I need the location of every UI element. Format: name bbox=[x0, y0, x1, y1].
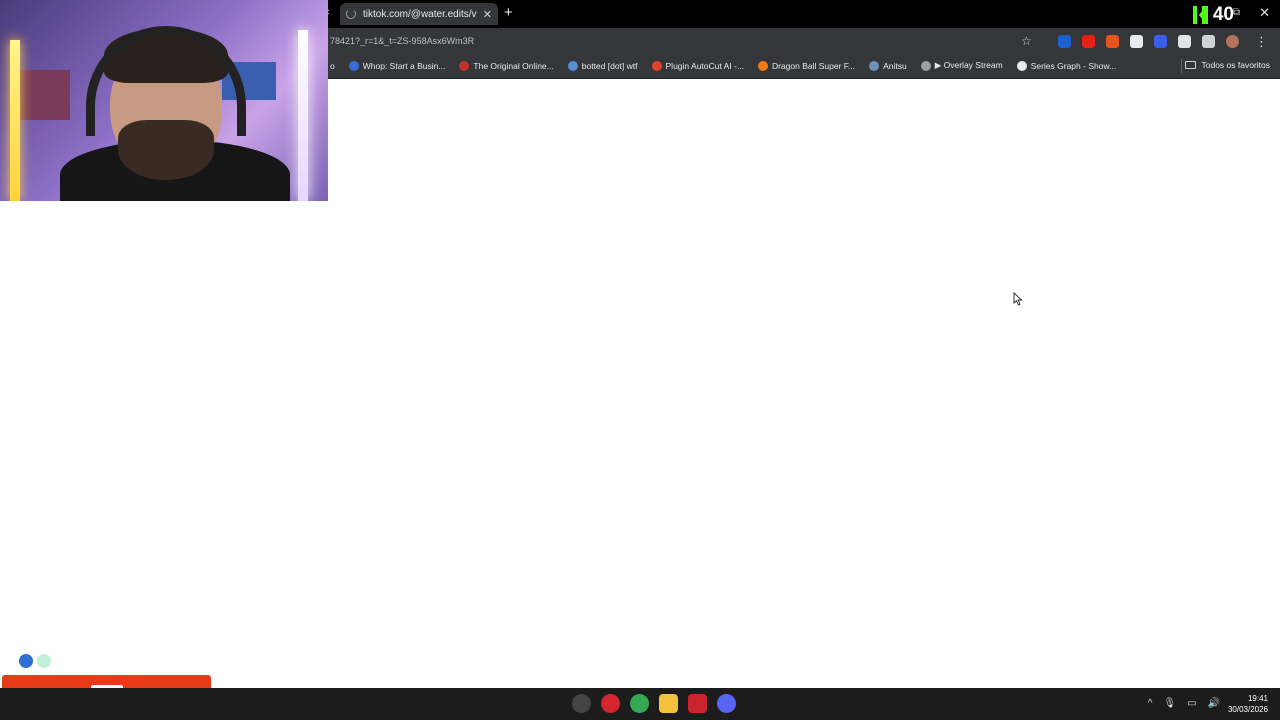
dragonball-icon bbox=[757, 60, 768, 71]
window-close-button[interactable]: ✕ bbox=[1259, 5, 1270, 21]
bookmark-fragment[interactable]: o bbox=[330, 61, 335, 71]
bookmark-label: Series Graph - Show... bbox=[1030, 60, 1117, 71]
clock-time: 19:41 bbox=[1247, 694, 1268, 703]
ext-fox-icon[interactable] bbox=[1106, 35, 1119, 48]
all-bookmarks-label: Todos os favoritos bbox=[1201, 60, 1270, 70]
bookmark-label: Whop: Start a Busin... bbox=[362, 60, 446, 71]
ext-youtube-icon[interactable] bbox=[1082, 35, 1095, 48]
discord-icon[interactable] bbox=[717, 694, 736, 713]
folder-icon bbox=[1185, 61, 1197, 69]
bookmark-label: ▶ Overlay Stream bbox=[934, 60, 1003, 70]
seriesgraph-icon bbox=[1016, 60, 1027, 71]
ext-circle-icon[interactable] bbox=[1154, 35, 1167, 48]
microphone-icon[interactable]: 🎙 bbox=[1163, 698, 1176, 709]
network-icon[interactable]: ▭ bbox=[1187, 698, 1196, 709]
overlay-badge-green-icon bbox=[37, 654, 51, 668]
extensions-row bbox=[1058, 35, 1239, 48]
opera-icon[interactable] bbox=[601, 694, 620, 713]
bookmark-label: Dragon Ball Super F... bbox=[771, 60, 856, 71]
clock-date: 30/03/2026 bbox=[1227, 705, 1268, 714]
tab-close-icon[interactable]: ✕ bbox=[483, 8, 492, 21]
bookmarks-divider bbox=[1181, 59, 1182, 73]
webcam-led-light-right bbox=[298, 30, 308, 201]
profile-avatar-icon[interactable] bbox=[1226, 35, 1239, 48]
globe-icon bbox=[920, 60, 931, 71]
system-tray: ^ 🎙 ▭ 🔊 bbox=[1148, 698, 1220, 709]
viewer-count: 40 bbox=[1212, 4, 1234, 25]
bookmark-item[interactable]: The Original Online... bbox=[459, 60, 554, 71]
tab-active[interactable]: tiktok.com/@water.edits/video... ✕ bbox=[340, 3, 498, 25]
obs-icon[interactable] bbox=[572, 694, 591, 713]
bookmark-item[interactable]: Anitsu bbox=[869, 60, 907, 71]
file-explorer-icon[interactable] bbox=[659, 694, 678, 713]
overlay-badges bbox=[19, 654, 51, 668]
kick-logo-icon bbox=[1192, 6, 1208, 24]
tray-chevron-icon[interactable]: ^ bbox=[1148, 698, 1153, 709]
tab-title: tiktok.com/@water.edits/video... bbox=[363, 8, 477, 20]
autocut-icon bbox=[651, 60, 662, 71]
ext-counter-icon[interactable] bbox=[1058, 35, 1071, 48]
volume-icon[interactable]: 🔊 bbox=[1208, 698, 1220, 709]
ext-cloud-icon[interactable] bbox=[1178, 35, 1191, 48]
ext-puzzle-icon[interactable] bbox=[1202, 35, 1215, 48]
original-icon bbox=[459, 60, 470, 71]
mouse-cursor-icon bbox=[1013, 292, 1023, 306]
windows-taskbar: ^ 🎙 ▭ 🔊 19:41 30/03/2026 bbox=[0, 688, 1280, 720]
overlay-badge-blue-icon bbox=[19, 654, 33, 668]
all-bookmarks-button[interactable]: Todos os favoritos bbox=[1185, 60, 1270, 70]
ext-bubble-icon[interactable] bbox=[1130, 35, 1143, 48]
bookmark-item[interactable]: botted [dot] wtf bbox=[567, 60, 638, 71]
bookmark-label: The Original Online... bbox=[473, 60, 554, 71]
windows-start-icon[interactable] bbox=[543, 694, 562, 713]
new-tab-button[interactable]: + bbox=[504, 4, 513, 21]
bookmark-label: botted [dot] wtf bbox=[581, 60, 638, 71]
screen: ‹ tiktok.com/@water.edits/video... ✕ + 4… bbox=[0, 0, 1280, 720]
taskbar-apps bbox=[543, 694, 736, 713]
bookmark-label: Anitsu bbox=[883, 60, 907, 71]
webcam-overlay bbox=[0, 0, 328, 201]
bookmark-label: Plugin AutoCut AI -... bbox=[665, 60, 744, 71]
whop-icon bbox=[348, 60, 359, 71]
bookmark-item[interactable]: Whop: Start a Busin... bbox=[348, 60, 446, 71]
bookmark-item[interactable]: ▶ Overlay Stream bbox=[920, 60, 1003, 71]
bookmark-item[interactable]: Plugin AutoCut AI -... bbox=[651, 60, 744, 71]
bookmark-item[interactable]: Series Graph - Show... bbox=[1016, 60, 1117, 71]
browser-menu-icon[interactable]: ⋮ bbox=[1255, 34, 1268, 50]
viewer-count-overlay: 40 bbox=[1192, 4, 1234, 26]
bookmark-item[interactable]: Dragon Ball Super F... bbox=[757, 60, 856, 71]
loading-spinner-icon bbox=[346, 9, 356, 19]
recorder-app-icon[interactable] bbox=[688, 694, 707, 713]
webcam-led-light-left bbox=[10, 40, 20, 201]
webcam-background-shelf bbox=[20, 70, 70, 120]
taskbar-clock[interactable]: 19:41 30/03/2026 bbox=[1228, 693, 1268, 715]
bookmarks-list: o Whop: Start a Busin... The Original Onl… bbox=[330, 60, 1116, 71]
address-bar[interactable]: 78421?_r=1&_t=ZS-958Asx6Wm3R bbox=[330, 36, 474, 46]
window-restore-icon[interactable]: ⧉ bbox=[1233, 7, 1240, 18]
anitsu-icon bbox=[869, 60, 880, 71]
chrome-icon[interactable] bbox=[630, 694, 649, 713]
bookmark-star-icon[interactable]: ☆ bbox=[1021, 34, 1032, 48]
bot-icon bbox=[567, 60, 578, 71]
